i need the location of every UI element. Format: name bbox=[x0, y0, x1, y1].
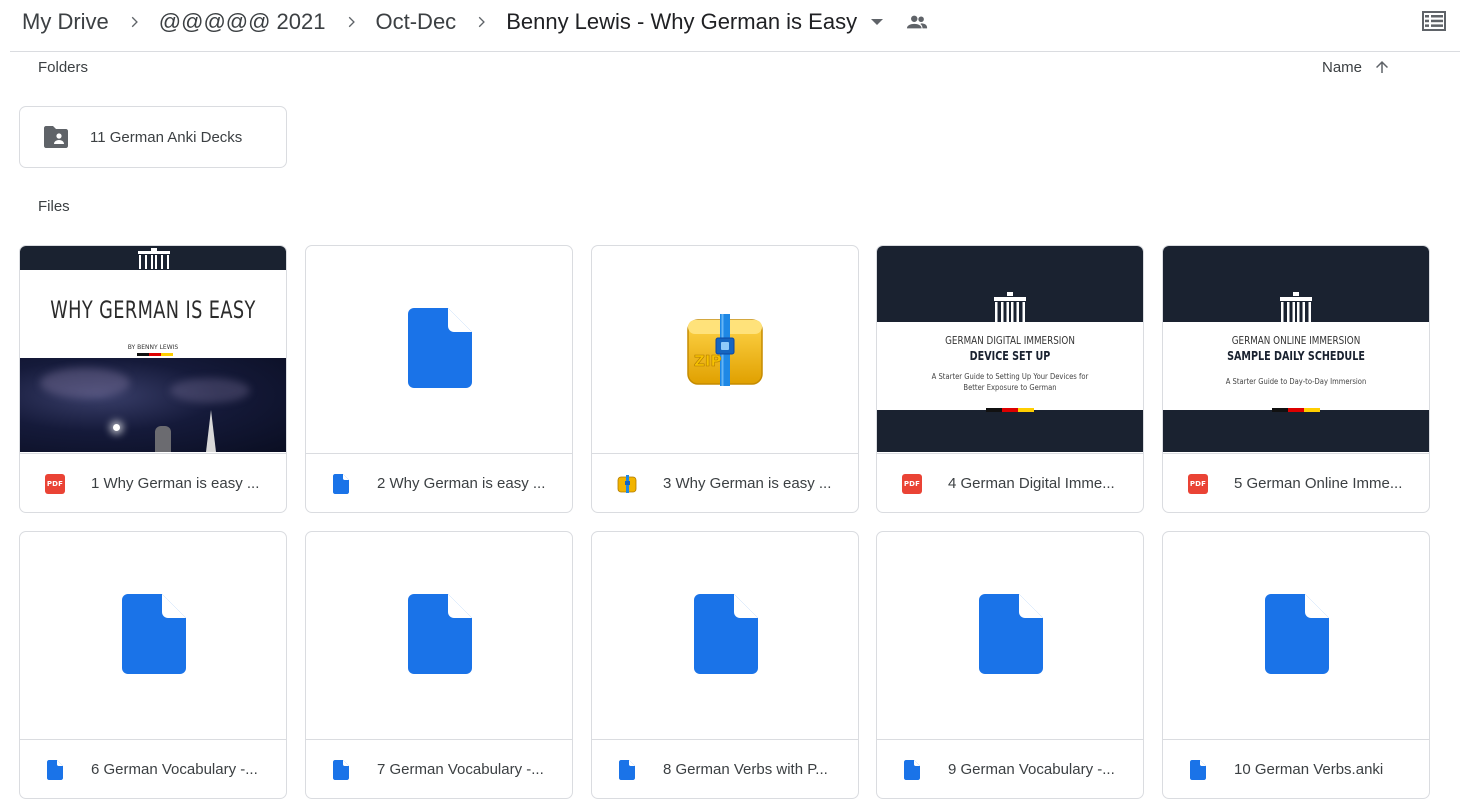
chevron-right-icon bbox=[326, 7, 376, 37]
shared-folder-icon bbox=[42, 123, 70, 151]
file-card[interactable]: GERMAN DIGITAL IMMERSION DEVICE SET UP A… bbox=[876, 245, 1144, 513]
document-icon bbox=[1265, 594, 1329, 674]
breadcrumb-my-drive[interactable]: My Drive bbox=[22, 9, 109, 35]
file-thumbnail: WHY GERMAN IS EASY BY BENNY LEWIS bbox=[20, 246, 286, 452]
german-flag-stripe bbox=[1272, 408, 1320, 412]
file-name: 6 German Vocabulary -... bbox=[91, 761, 258, 778]
file-footer: 10 German Verbs.anki bbox=[1163, 739, 1429, 798]
file-card[interactable]: 9 German Vocabulary -... bbox=[876, 531, 1144, 799]
cover-title: WHY GERMAN IS EASY bbox=[50, 296, 256, 324]
file-card[interactable]: 7 German Vocabulary -... bbox=[305, 531, 573, 799]
breadcrumb: My Drive @@@@@ 2021 Oct-Dec Benny Lewis … bbox=[22, 7, 937, 37]
top-bar: My Drive @@@@@ 2021 Oct-Dec Benny Lewis … bbox=[0, 0, 1460, 52]
file-thumbnail bbox=[306, 246, 572, 452]
file-name: 8 German Verbs with P... bbox=[663, 761, 828, 778]
file-card[interactable]: GERMAN ONLINE IMMERSION SAMPLE DAILY SCH… bbox=[1162, 245, 1430, 513]
pdf-icon: PDF bbox=[1188, 473, 1208, 494]
file-footer: 6 German Vocabulary -... bbox=[20, 739, 286, 798]
breadcrumb-quarter[interactable]: Oct-Dec bbox=[376, 9, 457, 35]
chevron-right-icon bbox=[109, 7, 159, 37]
file-card[interactable]: ZIP 3 Why German is easy ... bbox=[591, 245, 859, 513]
document-icon bbox=[408, 594, 472, 674]
german-flag-stripe bbox=[137, 353, 173, 356]
brandenburg-gate-icon bbox=[138, 248, 170, 269]
file-footer: 7 German Vocabulary -... bbox=[306, 739, 572, 798]
zip-file-icon bbox=[617, 474, 637, 494]
pdf-icon: PDF bbox=[45, 473, 65, 494]
file-footer: 2 Why German is easy ... bbox=[306, 453, 572, 512]
cover-line-3: A Starter Guide to Setting Up Your Devic… bbox=[931, 372, 1089, 381]
file-name: 9 German Vocabulary -... bbox=[948, 761, 1115, 778]
file-name: 4 German Digital Imme... bbox=[948, 475, 1115, 492]
file-thumbnail: GERMAN ONLINE IMMERSION SAMPLE DAILY SCH… bbox=[1163, 246, 1429, 452]
files-heading: Files bbox=[38, 198, 70, 215]
arrow-up-icon[interactable] bbox=[1370, 55, 1394, 79]
zip-archive-icon: ZIP bbox=[687, 314, 763, 386]
file-card[interactable]: WHY GERMAN IS EASY BY BENNY LEWIS PDF 1 … bbox=[19, 245, 287, 513]
file-card[interactable]: 6 German Vocabulary -... bbox=[19, 531, 287, 799]
file-footer: PDF 4 German Digital Imme... bbox=[877, 453, 1143, 512]
cover-line-1: GERMAN DIGITAL IMMERSION bbox=[945, 334, 1075, 347]
svg-text:ZIP: ZIP bbox=[694, 352, 721, 370]
file-name: 10 German Verbs.anki bbox=[1234, 761, 1384, 778]
folder-name: 11 German Anki Decks bbox=[90, 128, 243, 146]
sort-control[interactable]: Name bbox=[1322, 54, 1394, 80]
cover-line-2: SAMPLE DAILY SCHEDULE bbox=[1227, 349, 1365, 363]
file-card[interactable]: 10 German Verbs.anki bbox=[1162, 531, 1430, 799]
document-icon bbox=[408, 308, 472, 388]
cover-line-1: GERMAN ONLINE IMMERSION bbox=[1231, 334, 1361, 347]
caret-down-icon[interactable] bbox=[857, 7, 897, 37]
folders-heading: Folders bbox=[38, 59, 89, 76]
cover-line-4: Better Exposure to German bbox=[963, 383, 1057, 392]
document-icon bbox=[1188, 759, 1208, 780]
document-icon bbox=[902, 759, 922, 780]
shared-people-icon[interactable] bbox=[897, 7, 937, 37]
document-icon bbox=[979, 594, 1043, 674]
file-card[interactable]: 2 Why German is easy ... bbox=[305, 245, 573, 513]
list-view-icon[interactable] bbox=[1420, 8, 1448, 34]
file-name: 1 Why German is easy ... bbox=[91, 475, 260, 492]
file-name: 2 Why German is easy ... bbox=[377, 475, 546, 492]
cover-line-3: A Starter Guide to Day-to-Day Immersion bbox=[1225, 377, 1367, 386]
file-footer: PDF 1 Why German is easy ... bbox=[20, 453, 286, 512]
document-icon bbox=[694, 594, 758, 674]
file-thumbnail bbox=[306, 532, 572, 738]
document-icon bbox=[122, 594, 186, 674]
document-icon bbox=[331, 473, 351, 494]
file-footer: 3 Why German is easy ... bbox=[592, 453, 858, 512]
file-name: 5 German Online Imme... bbox=[1234, 475, 1403, 492]
document-icon bbox=[331, 759, 351, 780]
file-thumbnail bbox=[592, 532, 858, 738]
breadcrumb-current-folder[interactable]: Benny Lewis - Why German is Easy bbox=[506, 9, 857, 35]
document-icon bbox=[45, 759, 65, 780]
file-thumbnail bbox=[877, 532, 1143, 738]
header-divider bbox=[10, 51, 1460, 52]
file-footer: 9 German Vocabulary -... bbox=[877, 739, 1143, 798]
file-name: 7 German Vocabulary -... bbox=[377, 761, 544, 778]
german-flag-stripe bbox=[986, 408, 1034, 412]
file-thumbnail: ZIP bbox=[592, 246, 858, 452]
cover-line-2: DEVICE SET UP bbox=[969, 349, 1051, 363]
file-name: 3 Why German is easy ... bbox=[663, 475, 832, 492]
file-footer: 8 German Verbs with P... bbox=[592, 739, 858, 798]
brandenburg-gate-icon bbox=[1280, 292, 1312, 322]
chevron-right-icon bbox=[456, 7, 506, 37]
document-icon bbox=[617, 759, 637, 780]
file-thumbnail: GERMAN DIGITAL IMMERSION DEVICE SET UP A… bbox=[877, 246, 1143, 452]
cover-byline: BY BENNY LEWIS bbox=[127, 344, 179, 351]
file-thumbnail bbox=[1163, 532, 1429, 738]
pdf-icon: PDF bbox=[902, 473, 922, 494]
file-thumbnail bbox=[20, 532, 286, 738]
breadcrumb-year[interactable]: @@@@@ 2021 bbox=[159, 9, 326, 35]
file-footer: PDF 5 German Online Imme... bbox=[1163, 453, 1429, 512]
brandenburg-gate-icon bbox=[994, 292, 1026, 322]
folder-card[interactable]: 11 German Anki Decks bbox=[19, 106, 287, 168]
file-card[interactable]: 8 German Verbs with P... bbox=[591, 531, 859, 799]
sort-label[interactable]: Name bbox=[1322, 59, 1362, 76]
night-sky-photo bbox=[20, 358, 286, 452]
